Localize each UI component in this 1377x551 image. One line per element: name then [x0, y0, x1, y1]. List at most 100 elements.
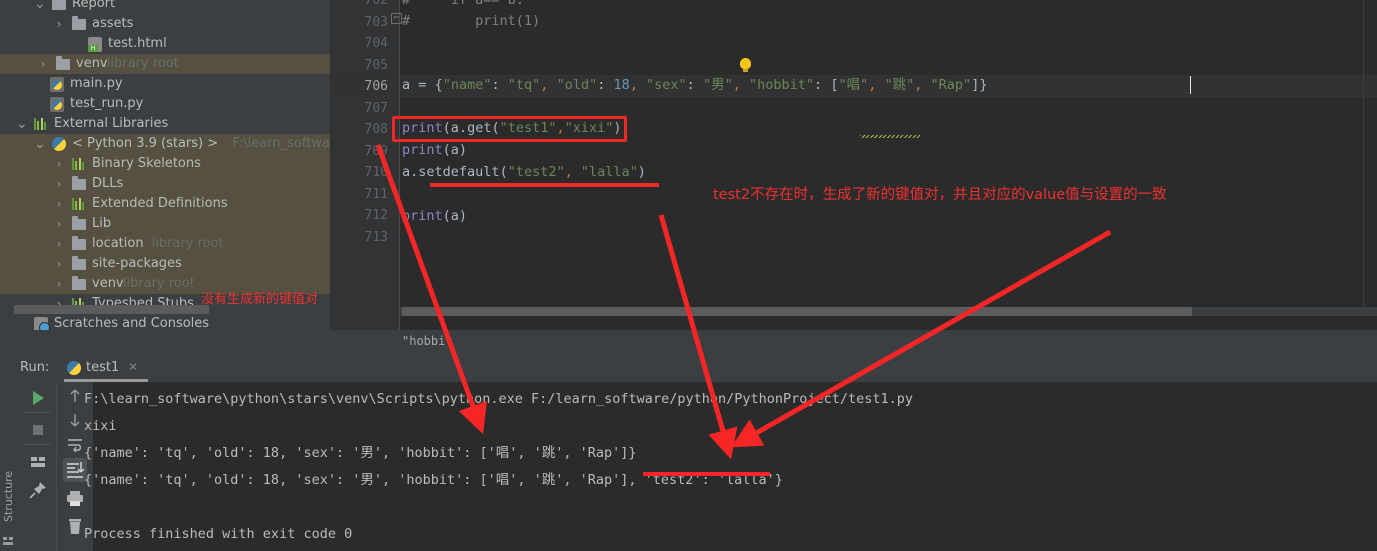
structure-side-bar[interactable]: Structure	[0, 382, 20, 551]
chevron-down-icon[interactable]: ⌄	[34, 134, 46, 154]
line-number-713: 713	[364, 229, 388, 245]
tree-item-main-py[interactable]: main.py	[0, 74, 330, 94]
tree-item-sublabel: library root	[151, 236, 224, 251]
project-tree-hscrollbar-thumb[interactable]	[14, 305, 209, 314]
text-caret	[1190, 76, 1191, 94]
tree-item-assets[interactable]: › assets	[0, 14, 330, 34]
python-icon	[67, 361, 81, 375]
structure-tool-button[interactable]: Structure	[2, 432, 16, 522]
code-line-712: print(a)	[402, 208, 468, 224]
layout-icon[interactable]	[28, 452, 48, 472]
run-tab-label: test1	[86, 360, 120, 375]
tree-item-label: Extended Definitions	[92, 196, 228, 211]
structure-icon	[3, 537, 13, 545]
run-window-label: Run:	[20, 360, 50, 375]
stop-icon[interactable]	[28, 420, 48, 440]
tree-item-test-run-py[interactable]: test_run.py	[0, 94, 330, 114]
library-bars-icon	[72, 198, 86, 210]
tree-item-label: DLLs	[92, 176, 124, 191]
pin-icon[interactable]	[28, 480, 48, 500]
tree-item-venv[interactable]: › venv library root	[0, 54, 330, 74]
python-file-icon	[50, 97, 64, 112]
gutter-separator	[399, 0, 400, 330]
tree-item-site-packages[interactable]: › site-packages	[0, 254, 330, 274]
tree-item-label: site-packages	[92, 256, 182, 271]
tree-item-report[interactable]: ⌄ Report	[0, 0, 330, 14]
chevron-right-icon[interactable]: ›	[38, 54, 48, 74]
annotation-box-line-708	[392, 116, 627, 142]
chevron-down-icon[interactable]: ⌄	[16, 114, 28, 134]
inspection-squiggle	[860, 135, 920, 138]
console-output[interactable]: F:\learn_software\python\stars\venv\Scri…	[84, 382, 1377, 551]
chevron-right-icon[interactable]: ›	[54, 154, 64, 174]
line-number-712: 712	[364, 208, 388, 223]
line-number-706: 706	[364, 79, 388, 94]
print-icon[interactable]	[65, 488, 85, 508]
chevron-right-icon[interactable]: ›	[54, 254, 64, 274]
up-arrow-icon[interactable]	[65, 386, 85, 406]
chevron-down-icon[interactable]: ⌄	[34, 0, 46, 14]
tree-item-test-html[interactable]: test.html	[0, 34, 330, 54]
tree-item-lib[interactable]: › Lib	[0, 214, 330, 234]
annotation-tree-note: 没有生成新的键值对	[201, 292, 319, 307]
tree-item-location[interactable]: › location library root	[0, 234, 330, 254]
folder-icon	[72, 16, 86, 30]
project-tree-hscrollbar-track[interactable]	[0, 305, 330, 322]
folder-icon	[72, 236, 86, 250]
tree-item-python-3-9-stars[interactable]: ⌄ < Python 3.9 (stars) > F:\learn_software…	[0, 134, 330, 154]
intention-bulb-icon[interactable]	[740, 58, 751, 72]
trash-icon[interactable]	[65, 516, 85, 536]
folder-icon	[56, 56, 70, 70]
chevron-right-icon[interactable]: ›	[54, 214, 64, 234]
chevron-right-icon[interactable]: ›	[54, 234, 64, 254]
tree-item-extended-definitions[interactable]: › Extended Definitions	[0, 194, 330, 214]
line-number-702: 702	[364, 0, 388, 8]
code-line-710: a.setdefault("test2", "lalla")	[402, 164, 646, 180]
line-number-707: 707	[364, 100, 388, 116]
library-bars-icon	[72, 158, 86, 170]
breadcrumb-label[interactable]: "hobbit	[402, 334, 453, 348]
console-line-5: Process finished with exit code 0	[84, 526, 353, 542]
editor-breadcrumb-bar[interactable]: "hobbit	[330, 330, 1377, 355]
soft-wrap-icon[interactable]	[65, 434, 85, 454]
tree-item-label: location	[92, 236, 144, 251]
code-editor[interactable]: 702 703 704 705 706 707 708 709 710 711 712 713 ⌐ #…	[330, 0, 1377, 330]
tree-item-sublabel: F:\learn_software\pyth	[232, 136, 330, 151]
line-number-705: 705	[364, 57, 388, 73]
chevron-right-icon[interactable]: ›	[54, 14, 64, 34]
editor-hscrollbar-thumb[interactable]	[402, 307, 1192, 316]
chevron-right-icon[interactable]: ›	[54, 194, 64, 214]
tree-item-label: test.html	[108, 36, 167, 51]
library-bars-icon	[34, 118, 48, 130]
code-fold-marker[interactable]: ⌐	[391, 13, 402, 24]
run-tab-test1[interactable]: test1 ✕	[62, 355, 152, 382]
folder-icon	[52, 0, 66, 10]
code-line-702: # if a== b:	[402, 0, 524, 8]
tree-item-dlls[interactable]: › DLLs	[0, 174, 330, 194]
run-toolbar-primary[interactable]	[20, 382, 57, 551]
tree-item-label: Report	[72, 0, 116, 11]
down-arrow-icon[interactable]	[65, 410, 85, 430]
tree-item-sublabel: library root	[122, 276, 195, 291]
tree-item-label: assets	[92, 16, 134, 31]
tree-item-external-libraries[interactable]: ⌄ External Libraries	[0, 114, 330, 134]
run-icon[interactable]	[28, 388, 48, 408]
line-number-710: 710	[364, 165, 388, 180]
project-tool-window[interactable]: ⌄ Report › assets test.html › venv library root…	[0, 0, 330, 330]
html-file-icon	[88, 37, 102, 52]
editor-gutter[interactable]: 702 703 704 705 706 707 708 709 710 711 712 713	[330, 0, 400, 330]
folder-icon	[72, 216, 86, 230]
tree-item-label: test_run.py	[70, 96, 144, 111]
tree-item-label: venv	[76, 56, 108, 71]
left-bottom-strip	[0, 330, 330, 355]
run-tool-window[interactable]: Run: test1 ✕ Structure F:\learn_software…	[0, 355, 1377, 551]
tree-item-label: < Python 3.9 (stars) >	[72, 136, 219, 151]
console-line-2: {'name': 'tq', 'old': 18, 'sex': '男', 'h…	[84, 445, 637, 461]
chevron-right-icon[interactable]: ›	[54, 174, 64, 194]
close-icon[interactable]: ✕	[128, 360, 138, 374]
annotation-editor-note: test2不存在时，生成了新的键值对，并且对应的value值与设置的一致	[713, 187, 1167, 203]
chevron-right-icon[interactable]: ›	[54, 274, 64, 294]
python-interpreter-icon	[52, 137, 66, 151]
tree-item-binary-skeletons[interactable]: › Binary Skeletons	[0, 154, 330, 174]
tree-item-label: main.py	[70, 76, 123, 91]
